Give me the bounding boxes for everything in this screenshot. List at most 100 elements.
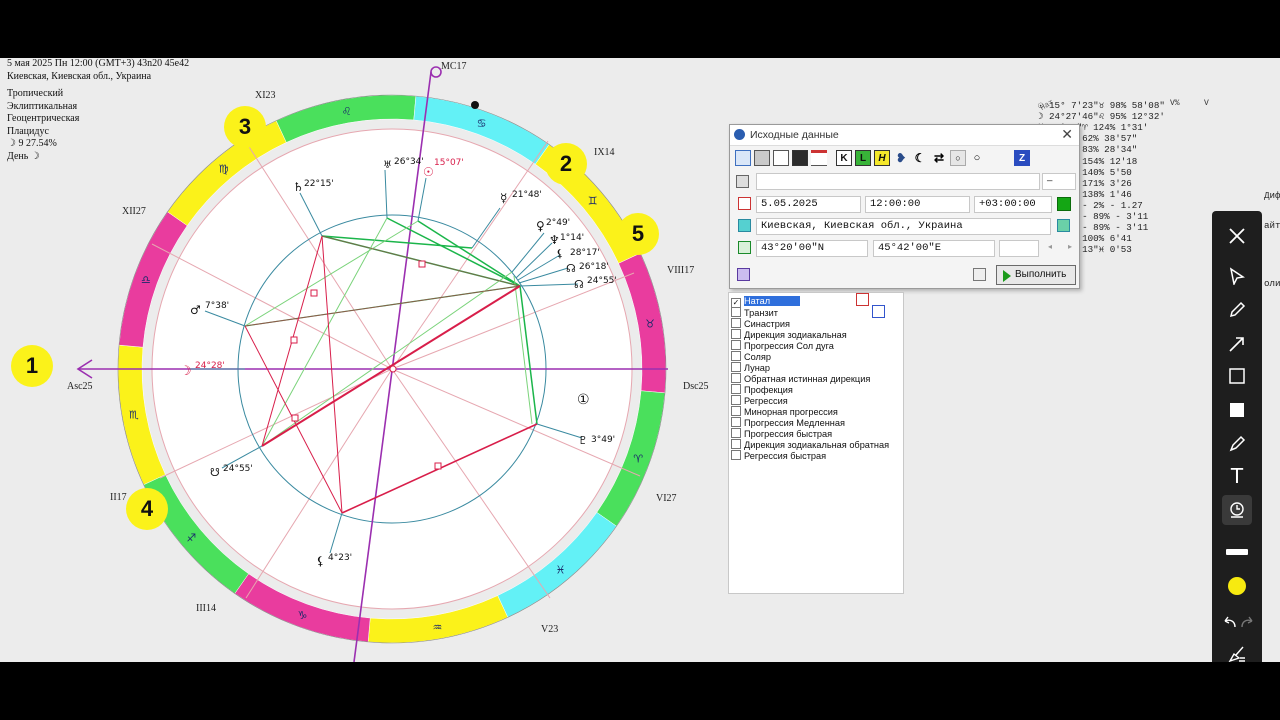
longitude-field[interactable]: 45°42'00"E	[873, 240, 995, 257]
chart-type-item[interactable]: Лунар	[731, 362, 770, 373]
dialog-titlebar[interactable]: Исходные данные ✕	[730, 125, 1079, 146]
person-icon[interactable]	[736, 175, 749, 188]
pen-icon[interactable]	[1222, 295, 1252, 325]
play-icon	[1003, 270, 1011, 282]
circle-off-icon[interactable]: ○	[969, 150, 985, 166]
chart-type-item[interactable]: Транзит	[731, 307, 778, 318]
zodiac-sign-icon: ♑	[297, 609, 307, 622]
text-icon[interactable]: T	[1222, 461, 1252, 491]
green-square-icon[interactable]	[1057, 197, 1071, 211]
import-icon[interactable]	[856, 293, 869, 306]
chart-type-item[interactable]: Обратная истинная дирекция	[731, 373, 870, 384]
spinner-right-icon[interactable]: ▸	[1068, 242, 1072, 251]
checkbox[interactable]	[731, 307, 741, 317]
line-width-icon[interactable]	[1222, 537, 1252, 567]
l-button[interactable]: L	[855, 150, 871, 166]
chart-type-item[interactable]: Регрессия быстрая	[731, 450, 826, 461]
combo-select[interactable]: —	[1042, 173, 1076, 190]
date-field[interactable]: 5.05.2025	[756, 196, 861, 213]
checkbox[interactable]	[731, 428, 741, 438]
paste-icon[interactable]	[754, 150, 770, 166]
moon-icon: ☽	[180, 364, 192, 379]
altitude-field[interactable]	[999, 240, 1039, 257]
dsc-label: Dsc25	[683, 381, 709, 392]
chart-settings-icon[interactable]	[737, 268, 750, 281]
planet-label: 7°38'	[205, 301, 229, 311]
calendar-icon[interactable]	[738, 197, 751, 210]
planet-label: 3°49'	[591, 435, 615, 445]
filled-rectangle-icon[interactable]	[1222, 395, 1252, 425]
chart-type-list[interactable]: ✓ Натал Транзит Синастрия Дирекция зодиакаль…	[728, 292, 904, 594]
close-icon[interactable]: ✕	[1061, 126, 1073, 143]
chart-type-item[interactable]: Дирекция зодиакальная	[731, 329, 847, 340]
pointer-dot	[471, 101, 479, 109]
latitude-field[interactable]: 43°20'00"N	[756, 240, 868, 257]
chart-type-label: Лунар	[744, 363, 771, 373]
table-icon[interactable]	[811, 150, 827, 166]
highlighter-icon[interactable]	[1222, 429, 1252, 459]
planet-label: 2°49'	[546, 218, 570, 228]
stamp-icon[interactable]	[1222, 495, 1252, 525]
map-icon[interactable]	[738, 219, 751, 232]
chart-type-item[interactable]: Регрессия	[731, 395, 788, 406]
export-icon[interactable]	[872, 305, 885, 318]
moon-phase-icon[interactable]: ☾	[912, 150, 928, 166]
checkbox[interactable]	[731, 417, 741, 427]
house-label: VI27	[656, 493, 677, 504]
planet-label: 4°23'	[328, 553, 352, 563]
clear-icon[interactable]	[1222, 639, 1252, 662]
copy-coords-icon[interactable]	[973, 268, 986, 281]
checkbox[interactable]	[731, 406, 741, 416]
checkbox[interactable]	[731, 439, 741, 449]
checkbox[interactable]	[731, 450, 741, 460]
chart-type-item[interactable]: Соляр	[731, 351, 771, 362]
color-icon[interactable]	[1222, 571, 1252, 601]
h-button[interactable]: H	[874, 150, 890, 166]
checkbox[interactable]	[731, 351, 741, 361]
planet-label: 21°48'	[512, 190, 542, 200]
k-button[interactable]: K	[836, 150, 852, 166]
chart-type-item[interactable]: Синастрия	[731, 318, 790, 329]
globe-icon[interactable]	[1057, 219, 1070, 232]
arrow-icon[interactable]	[1222, 329, 1252, 359]
checkbox[interactable]	[731, 318, 741, 328]
run-button[interactable]: Выполнить	[996, 265, 1076, 285]
circle-on-icon[interactable]: ○	[950, 150, 966, 166]
heart-icon[interactable]: ❥	[893, 150, 909, 166]
neptune-icon: ♆	[549, 233, 560, 247]
place-field[interactable]: Киевская, Киевская обл., Украина	[756, 218, 1051, 235]
rectangle-icon[interactable]	[1222, 361, 1252, 391]
save-icon[interactable]	[792, 150, 808, 166]
input-data-dialog[interactable]: Исходные данные ✕ K L H ❥ ☾ ⇄ ○ ○ Z — 5.…	[729, 124, 1080, 289]
checkbox[interactable]	[731, 395, 741, 405]
redo-icon[interactable]	[1232, 607, 1262, 637]
chart-type-item[interactable]: ✓ Натал	[731, 296, 801, 308]
new-file-icon[interactable]	[773, 150, 789, 166]
swap-icon[interactable]: ⇄	[931, 150, 947, 166]
checkbox[interactable]	[731, 362, 741, 372]
chart-type-label: Прогрессия Медленная	[744, 418, 845, 428]
chart-type-item[interactable]: Минорная прогрессия	[731, 406, 838, 417]
chart-type-item[interactable]: Прогрессия Сол дуга	[731, 340, 834, 351]
name-field[interactable]	[756, 173, 1040, 190]
copy-icon[interactable]	[735, 150, 751, 166]
natal-chart-wheel[interactable]: ♏♎♍♌♋♊♉♈♓♒♑♐ ♅ 26°34' ☉ 15°07' ♄ 22°15' …	[0, 58, 720, 662]
close-icon[interactable]	[1222, 221, 1252, 251]
center-mark: ①	[577, 392, 590, 408]
checkbox[interactable]	[731, 340, 741, 350]
spinner-left-icon[interactable]: ◂	[1048, 242, 1052, 251]
timezone-field[interactable]: +03:00:00	[974, 196, 1052, 213]
chart-type-label: Регрессия	[744, 396, 788, 406]
pointer-icon[interactable]	[1222, 261, 1252, 291]
venus-icon: ♀	[536, 219, 545, 233]
chart-type-item[interactable]: Прогрессия Медленная	[731, 417, 845, 428]
coordinates-icon[interactable]	[738, 241, 751, 254]
checkbox[interactable]	[731, 373, 741, 383]
chart-type-item[interactable]: Прогрессия быстрая	[731, 428, 832, 439]
chart-type-item[interactable]: Профекция	[731, 384, 793, 395]
z-button[interactable]: Z	[1014, 150, 1030, 166]
time-field[interactable]: 12:00:00	[865, 196, 970, 213]
chart-type-item[interactable]: Дирекция зодиакальная обратная	[731, 439, 889, 450]
checkbox[interactable]	[731, 384, 741, 394]
checkbox[interactable]	[731, 329, 741, 339]
